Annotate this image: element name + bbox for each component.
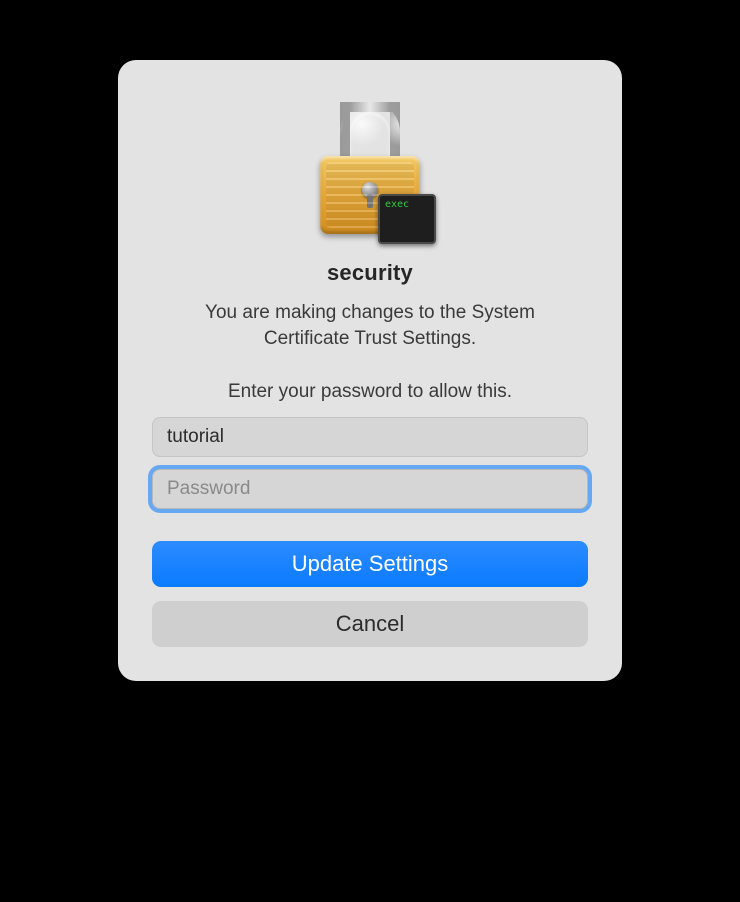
- dialog-prompt: Enter your password to allow this.: [228, 381, 512, 403]
- exec-badge-icon: exec: [378, 194, 436, 244]
- lock-keyhole-icon: [362, 182, 378, 198]
- dialog-message: You are making changes to the System Cer…: [160, 300, 580, 351]
- dialog-icon: exec: [310, 102, 430, 242]
- authorization-dialog: exec security You are making changes to …: [118, 60, 622, 681]
- cancel-button[interactable]: Cancel: [152, 601, 588, 647]
- username-field[interactable]: [152, 417, 588, 457]
- exec-badge-label: exec: [385, 199, 409, 210]
- password-field[interactable]: [152, 469, 588, 509]
- update-settings-button[interactable]: Update Settings: [152, 541, 588, 587]
- dialog-title: security: [327, 260, 413, 286]
